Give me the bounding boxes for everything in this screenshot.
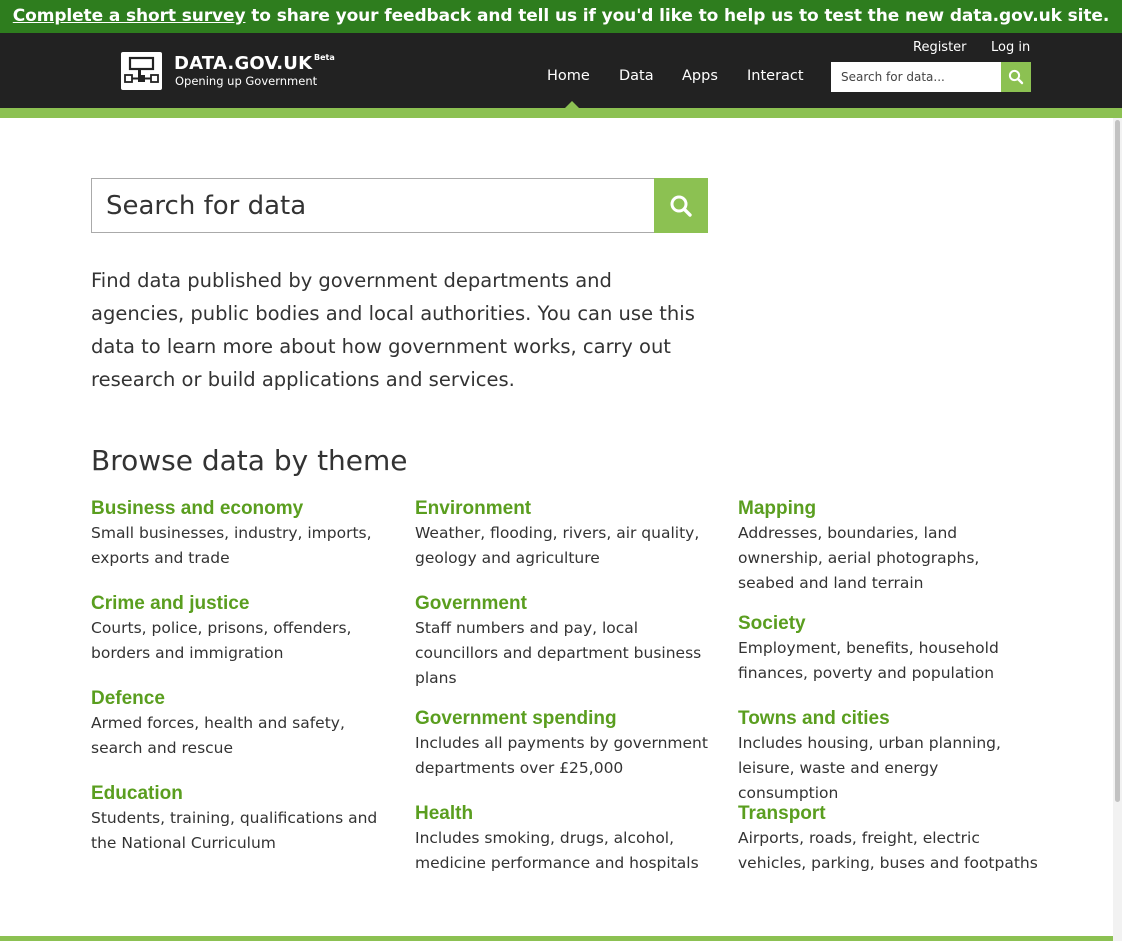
site-logo[interactable] — [121, 52, 162, 90]
theme-title[interactable]: Health — [415, 802, 715, 826]
theme-title[interactable]: Society — [738, 612, 1038, 636]
nav-interact[interactable]: Interact — [747, 68, 804, 84]
theme-title[interactable]: Transport — [738, 802, 1038, 826]
theme-title[interactable]: Towns and cities — [738, 707, 1038, 731]
theme-title[interactable]: Environment — [415, 497, 715, 521]
theme-government: Government Staff numbers and pay, local … — [415, 592, 715, 691]
theme-transport: Transport Airports, roads, freight, elec… — [738, 802, 1038, 876]
theme-description: Includes smoking, drugs, alcohol, medici… — [415, 829, 699, 872]
theme-description: Armed forces, health and safety, search … — [91, 714, 345, 757]
theme-description: Staff numbers and pay, local councillors… — [415, 619, 702, 687]
search-icon — [1008, 69, 1024, 85]
network-diagram-icon — [124, 56, 159, 83]
footer-accent-bar — [0, 936, 1122, 941]
theme-title[interactable]: Government — [415, 592, 715, 616]
browse-heading: Browse data by theme — [91, 444, 408, 477]
theme-description: Weather, flooding, rivers, air quality, … — [415, 524, 700, 567]
theme-title[interactable]: Mapping — [738, 497, 1038, 521]
theme-description: Includes housing, urban planning, leisur… — [738, 734, 1001, 802]
theme-description: Courts, police, prisons, offenders, bord… — [91, 619, 352, 662]
theme-defence: Defence Armed forces, health and safety,… — [91, 687, 391, 761]
nav-home[interactable]: Home — [547, 68, 590, 84]
register-link[interactable]: Register — [913, 40, 967, 55]
header-search-input[interactable] — [831, 62, 1002, 92]
site-header: DATA.GOV.UK Beta Opening up Government R… — [0, 33, 1122, 109]
theme-education: Education Students, training, qualificat… — [91, 782, 391, 856]
main-search-button[interactable] — [654, 178, 708, 233]
theme-description: Small businesses, industry, imports, exp… — [91, 524, 372, 567]
nav-data[interactable]: Data — [619, 68, 654, 84]
search-icon — [670, 195, 692, 217]
theme-business-and-economy: Business and economy Small businesses, i… — [91, 497, 391, 571]
theme-description: Includes all payments by government depa… — [415, 734, 708, 777]
theme-description: Students, training, qualifications and t… — [91, 809, 378, 852]
beta-badge: Beta — [314, 53, 335, 62]
theme-title[interactable]: Crime and justice — [91, 592, 391, 616]
survey-banner: Complete a short survey to share your fe… — [0, 0, 1122, 33]
header-accent-bar — [0, 108, 1122, 118]
theme-title[interactable]: Business and economy — [91, 497, 391, 521]
scrollbar-thumb[interactable] — [1115, 120, 1120, 802]
theme-title[interactable]: Government spending — [415, 707, 715, 731]
theme-description: Employment, benefits, household finances… — [738, 639, 999, 682]
theme-mapping: Mapping Addresses, boundaries, land owne… — [738, 497, 1038, 596]
theme-title[interactable]: Defence — [91, 687, 391, 711]
site-tagline: Opening up Government — [175, 74, 318, 88]
main-search-input[interactable] — [91, 178, 654, 233]
theme-towns-and-cities: Towns and cities Includes housing, urban… — [738, 707, 1038, 806]
intro-text: Find data published by government depart… — [91, 269, 695, 391]
theme-government-spending: Government spending Includes all payment… — [415, 707, 715, 781]
theme-society: Society Employment, benefits, household … — [738, 612, 1038, 686]
header-search-button[interactable] — [1001, 62, 1031, 92]
theme-title[interactable]: Education — [91, 782, 391, 806]
theme-environment: Environment Weather, flooding, rivers, a… — [415, 497, 715, 571]
theme-description: Airports, roads, freight, electric vehic… — [738, 829, 1038, 872]
survey-link[interactable]: Complete a short survey — [13, 6, 246, 26]
theme-description: Addresses, boundaries, land ownership, a… — [738, 524, 980, 592]
site-name[interactable]: DATA.GOV.UK — [174, 53, 312, 74]
nav-apps[interactable]: Apps — [682, 68, 718, 84]
survey-text: to share your feedback and tell us if yo… — [245, 6, 1110, 26]
theme-crime-and-justice: Crime and justice Courts, police, prison… — [91, 592, 391, 666]
login-link[interactable]: Log in — [991, 40, 1030, 55]
theme-health: Health Includes smoking, drugs, alcohol,… — [415, 802, 715, 876]
